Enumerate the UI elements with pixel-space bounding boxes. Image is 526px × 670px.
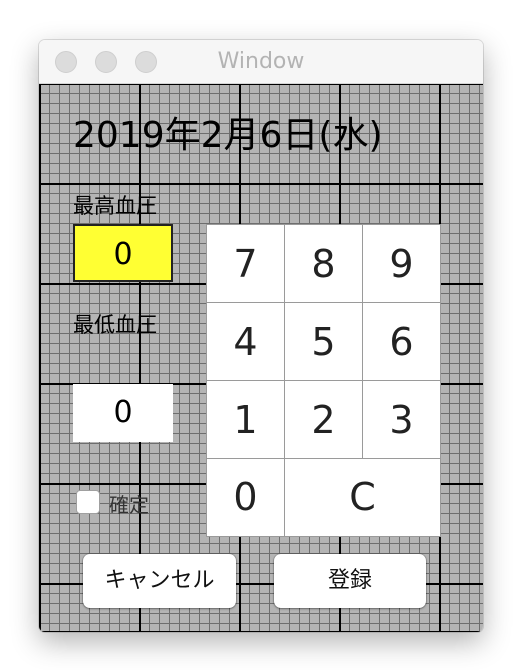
key-6[interactable]: 6 bbox=[363, 303, 440, 381]
key-7[interactable]: 7 bbox=[207, 225, 285, 303]
grid-background: 2019年2月6日(水) 最高血圧 0 最低血圧 0 確定 7 8 9 4 5 … bbox=[39, 84, 483, 632]
window-title: Window bbox=[217, 49, 305, 74]
key-3[interactable]: 3 bbox=[363, 381, 440, 459]
numeric-keypad: 7 8 9 4 5 6 1 2 3 0 C bbox=[206, 224, 441, 537]
diastolic-label: 最低血圧 bbox=[73, 313, 157, 337]
key-1[interactable]: 1 bbox=[207, 381, 285, 459]
key-9[interactable]: 9 bbox=[363, 225, 440, 303]
key-2[interactable]: 2 bbox=[285, 381, 363, 459]
systolic-label: 最高血圧 bbox=[73, 194, 157, 218]
confirm-checkbox[interactable] bbox=[76, 490, 100, 514]
key-4[interactable]: 4 bbox=[207, 303, 285, 381]
title-bar[interactable]: Window bbox=[39, 40, 483, 84]
systolic-field[interactable]: 0 bbox=[73, 224, 173, 282]
cancel-button[interactable]: キャンセル bbox=[83, 554, 236, 608]
diastolic-field[interactable]: 0 bbox=[73, 384, 173, 442]
confirm-label: 確定 bbox=[109, 493, 149, 517]
register-button[interactable]: 登録 bbox=[274, 554, 426, 608]
date-display: 2019年2月6日(水) bbox=[73, 115, 383, 156]
key-clear[interactable]: C bbox=[285, 459, 440, 536]
key-8[interactable]: 8 bbox=[285, 225, 363, 303]
key-0[interactable]: 0 bbox=[207, 459, 285, 536]
key-5[interactable]: 5 bbox=[285, 303, 363, 381]
app-window: Window 2019年2月6日(水) 最高血圧 0 最低血圧 0 確定 7 8… bbox=[39, 40, 483, 632]
